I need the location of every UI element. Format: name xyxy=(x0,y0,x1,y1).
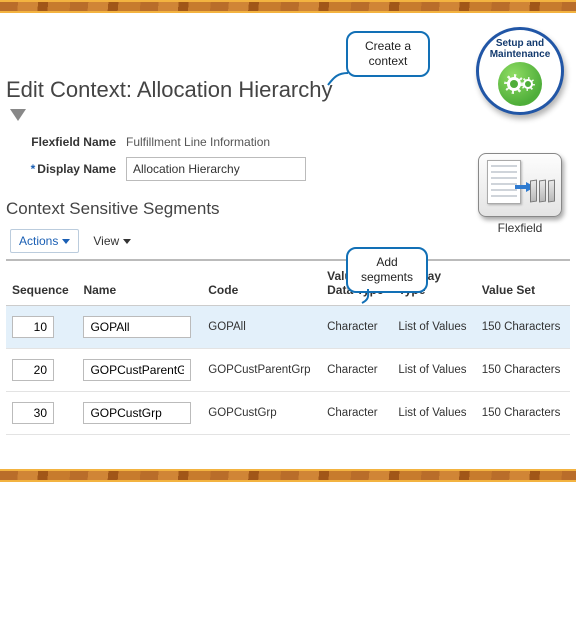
segments-table: Sequence Name Code Value Data Type Displ… xyxy=(6,259,570,435)
callout-text: Add segments xyxy=(361,255,413,284)
actions-label: Actions xyxy=(19,234,58,248)
cell-code: GOPCustParentGrp xyxy=(202,349,321,392)
display-name-input[interactable] xyxy=(126,157,306,181)
callout-add-segments: Add segments xyxy=(346,247,428,293)
disclosure-collapsed-icon[interactable] xyxy=(10,109,26,121)
name-input[interactable] xyxy=(83,359,191,381)
cell-value-set: 150 Characters xyxy=(476,349,570,392)
display-name-label: *Display Name xyxy=(6,162,126,176)
gears-icon xyxy=(498,62,542,106)
flexfield-name-row: Flexfield Name Fulfillment Line Informat… xyxy=(6,135,570,149)
cell-display-type: List of Values xyxy=(392,392,475,435)
cell-code: GOPAll xyxy=(202,306,321,349)
col-sequence[interactable]: Sequence xyxy=(6,260,77,306)
sequence-input[interactable] xyxy=(12,359,54,381)
name-input[interactable] xyxy=(83,316,191,338)
view-label: View xyxy=(93,234,119,248)
callout-create-context: Create a context xyxy=(346,31,430,77)
flexfield-badge-label: Flexfield xyxy=(478,221,562,235)
cell-value-data-type: Character xyxy=(321,349,392,392)
cell-value-set: 150 Characters xyxy=(476,306,570,349)
sequence-input[interactable] xyxy=(12,402,54,424)
required-star-icon: * xyxy=(31,162,36,176)
chevron-down-icon xyxy=(62,239,70,244)
decorative-top-band xyxy=(0,0,576,13)
cell-display-type: List of Values xyxy=(392,349,475,392)
page-body: Create a context Setup and Maintenance F… xyxy=(0,13,576,445)
decorative-bottom-band xyxy=(0,469,576,482)
flexfield-name-value: Fulfillment Line Information xyxy=(126,135,270,149)
table-header-row: Sequence Name Code Value Data Type Displ… xyxy=(6,260,570,306)
cell-code: GOPCustGrp xyxy=(202,392,321,435)
col-name[interactable]: Name xyxy=(77,260,202,306)
cell-value-set: 150 Characters xyxy=(476,392,570,435)
setup-and-maintenance-badge[interactable]: Setup and Maintenance xyxy=(476,27,564,115)
table-row[interactable]: GOPCustGrpCharacterList of Values150 Cha… xyxy=(6,392,570,435)
name-input[interactable] xyxy=(83,402,191,424)
callout-tail-icon xyxy=(328,71,348,85)
gear-icon xyxy=(507,77,521,91)
flexfield-icon xyxy=(478,153,562,217)
col-code[interactable]: Code xyxy=(202,260,321,306)
view-menu-button[interactable]: View xyxy=(85,230,139,252)
cell-display-type: List of Values xyxy=(392,306,475,349)
cell-value-data-type: Character xyxy=(321,392,392,435)
flexfield-badge[interactable]: Flexfield xyxy=(478,153,562,235)
flexfield-name-label: Flexfield Name xyxy=(6,135,126,149)
table-row[interactable]: GOPCustParentGrpCharacterList of Values1… xyxy=(6,349,570,392)
callout-tail-icon xyxy=(362,289,382,303)
col-value-set[interactable]: Value Set xyxy=(476,260,570,306)
sequence-input[interactable] xyxy=(12,316,54,338)
cell-value-data-type: Character xyxy=(321,306,392,349)
gear-icon xyxy=(523,79,533,89)
table-row[interactable]: GOPAllCharacterList of Values150 Charact… xyxy=(6,306,570,349)
chevron-down-icon xyxy=(123,239,131,244)
callout-text: Create a context xyxy=(365,39,411,68)
setup-badge-label: Setup and Maintenance xyxy=(490,38,551,60)
actions-menu-button[interactable]: Actions xyxy=(10,229,79,253)
